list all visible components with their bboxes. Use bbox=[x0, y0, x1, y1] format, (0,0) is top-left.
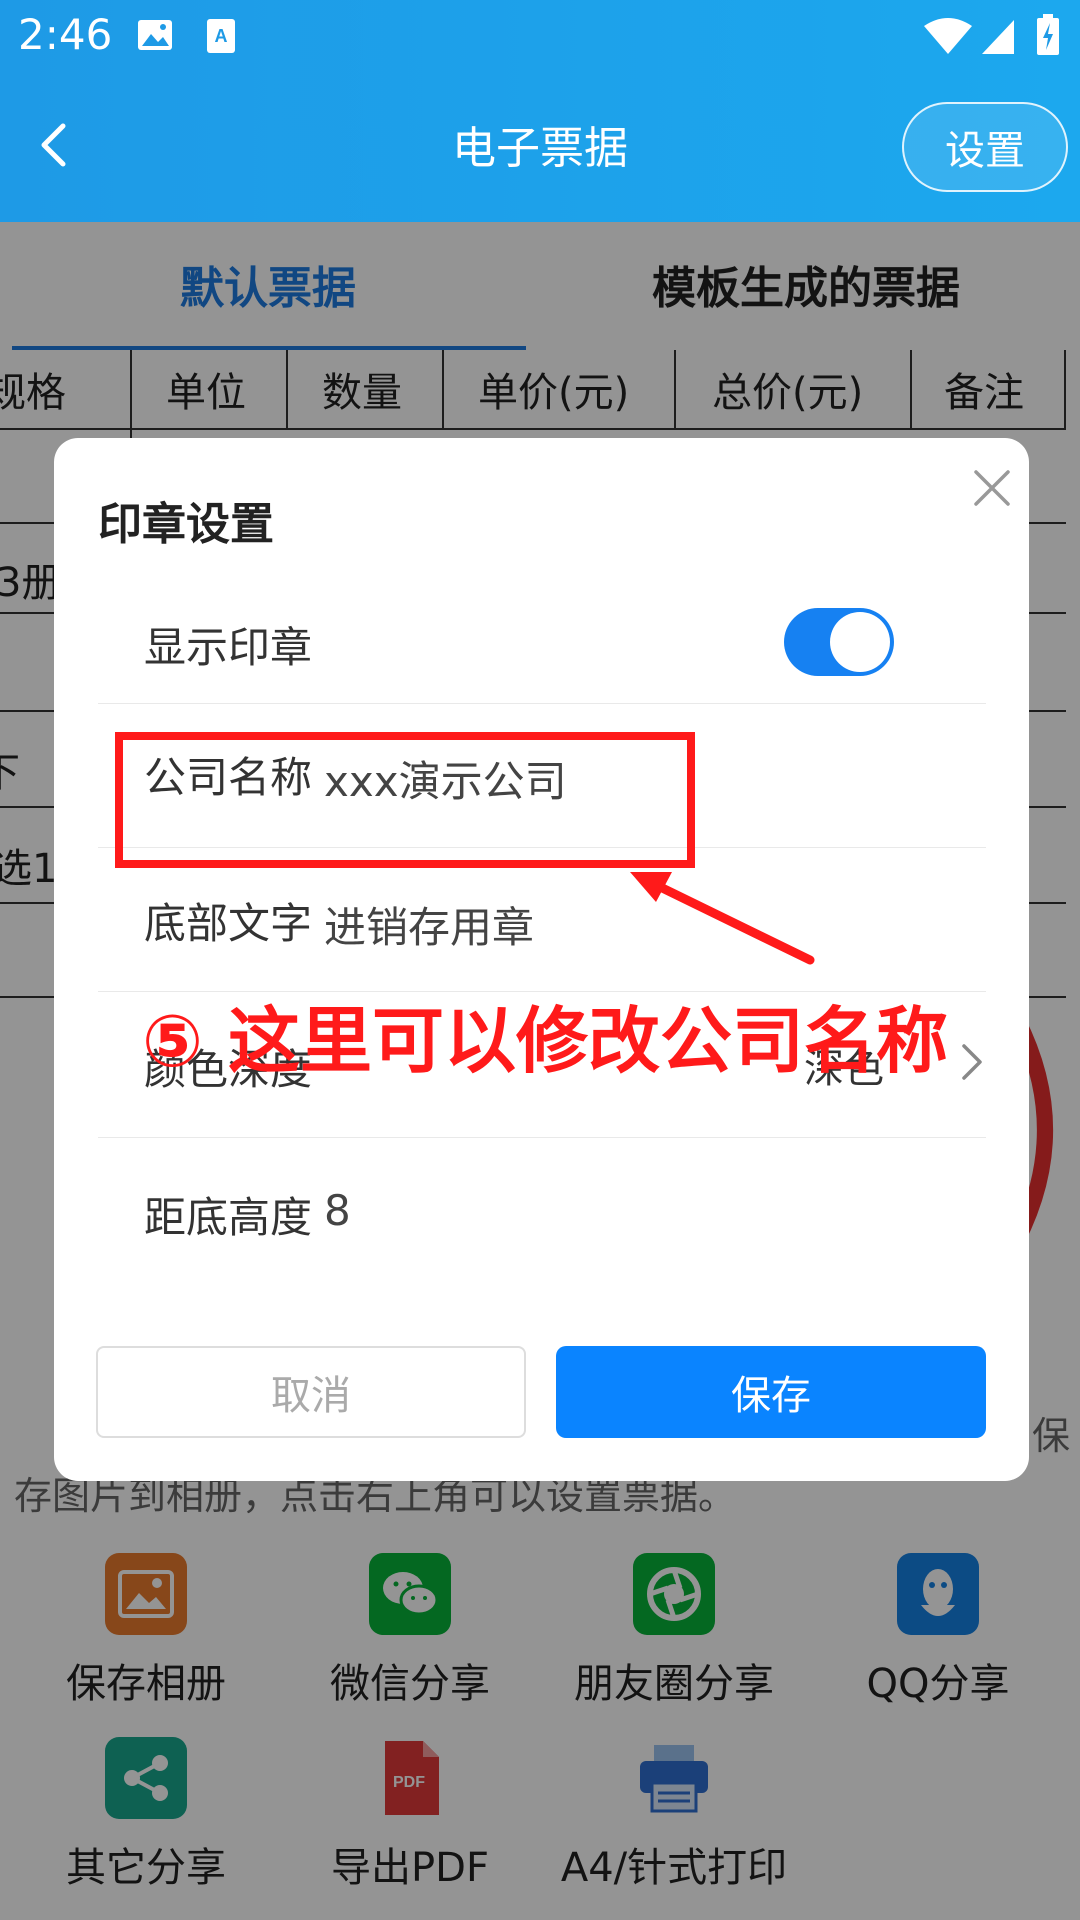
seal-settings-dialog: 印章设置 显示印章 公司名称 xxx演示公司 底部文字 进销存用章 颜色深度 深… bbox=[54, 438, 1029, 1481]
battery-icon bbox=[1037, 14, 1059, 55]
highlight-box bbox=[115, 732, 695, 868]
status-time: 2:46 bbox=[18, 10, 113, 59]
annotation-text: ⑤ 这里可以修改公司名称 bbox=[142, 999, 949, 1083]
status-bar: 2:46 A bbox=[0, 0, 1080, 70]
toggle-knob bbox=[830, 612, 890, 672]
bottom-text-row[interactable]: 底部文字 进销存用章 bbox=[98, 848, 986, 992]
show-seal-row: 显示印章 bbox=[98, 578, 986, 704]
wifi-icon bbox=[924, 18, 972, 54]
dialog-title: 印章设置 bbox=[98, 499, 274, 550]
bottom-distance-row[interactable]: 距底高度 8 bbox=[98, 1138, 986, 1288]
font-notification-icon: A bbox=[207, 19, 235, 53]
annotation-arrow-icon bbox=[630, 872, 815, 965]
chevron-right-icon bbox=[962, 1044, 982, 1080]
bottom-distance-label: 距底高度 bbox=[144, 1193, 313, 1242]
svg-text:A: A bbox=[215, 26, 228, 46]
close-icon[interactable] bbox=[964, 460, 1020, 516]
show-seal-label: 显示印章 bbox=[144, 623, 313, 672]
bottom-text-input[interactable]: 进销存用章 bbox=[324, 894, 534, 955]
bottom-distance-input[interactable]: 8 bbox=[324, 1186, 351, 1235]
settings-button[interactable]: 设置 bbox=[902, 102, 1068, 192]
signal-icon bbox=[982, 20, 1014, 54]
gallery-notification-icon bbox=[138, 20, 172, 50]
save-button[interactable]: 保存 bbox=[556, 1346, 986, 1438]
show-seal-toggle[interactable] bbox=[784, 608, 894, 676]
bottom-text-label: 底部文字 bbox=[144, 899, 313, 948]
app-header: 2:46 A 电子票据 设置 bbox=[0, 0, 1080, 222]
cancel-button[interactable]: 取消 bbox=[96, 1346, 526, 1438]
